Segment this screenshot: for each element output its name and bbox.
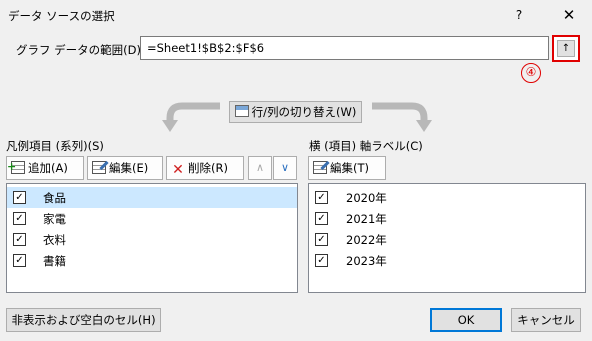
category-item[interactable]: ✓ 2020年 [309,187,585,208]
series-section-label: 凡例項目 (系列)(S) [6,139,104,153]
data-range-label: グラフ データの範囲(D): [16,43,145,57]
series-item[interactable]: ✓ 書籍 [7,250,297,271]
checkbox[interactable]: ✓ [13,254,26,267]
series-item[interactable]: ✓ 衣料 [7,229,297,250]
category-item[interactable]: ✓ 2023年 [309,250,585,271]
checkbox[interactable]: ✓ [315,212,328,225]
delete-series-label: 削除(R) [188,161,228,175]
category-item-label: 2023年 [346,254,387,268]
edit-categories-button[interactable]: 編集(T) [308,156,386,180]
arrow-up-icon: ↑ [557,40,575,57]
title-bar: データ ソースの選択 ? ✕ [0,0,592,31]
delete-series-button[interactable]: ✕ 削除(R) [166,156,244,180]
category-item-label: 2021年 [346,212,387,226]
edit-icon [92,161,106,174]
series-toolbar: 追加(A) 編集(E) ✕ 削除(R) ∧ ∨ [6,156,298,182]
category-item[interactable]: ✓ 2021年 [309,208,585,229]
category-item-label: 2022年 [346,233,387,247]
edit-series-button[interactable]: 編集(E) [87,156,163,180]
help-button[interactable]: ? [509,5,529,25]
edit-categories-label: 編集(T) [330,161,369,175]
series-item-label: 衣料 [43,233,66,247]
dialog-title: データ ソースの選択 [8,9,115,23]
switch-row-column-icon [234,105,249,117]
ok-button[interactable]: OK [430,308,502,332]
series-item-label: 家電 [43,212,66,226]
series-item-label: 書籍 [43,254,66,268]
add-series-label: 追加(A) [28,161,68,175]
move-up-button[interactable]: ∧ [248,156,272,180]
curved-arrow-left-icon [162,102,220,132]
series-list: ✓ 食品 ✓ 家電 ✓ 衣料 ✓ 書籍 [6,183,298,293]
series-item-label: 食品 [43,191,66,205]
categories-section-label: 横 (項目) 軸ラベル(C) [309,139,423,153]
series-item[interactable]: ✓ 食品 [7,187,297,208]
close-button[interactable]: ✕ [558,4,580,26]
add-icon [7,156,25,178]
switch-row-column-label: 行/列の切り替え(W) [251,105,357,119]
checkbox[interactable]: ✓ [315,191,328,204]
data-range-input[interactable]: =Sheet1!$B$2:$F$6 [140,36,549,60]
checkbox[interactable]: ✓ [315,254,328,267]
edit-icon [313,161,327,174]
hidden-empty-cells-button[interactable]: 非表示および空白のセル(H) [6,308,161,332]
category-item-label: 2020年 [346,191,387,205]
step-marker: ④ [521,63,541,83]
switch-row-column-button[interactable]: 行/列の切り替え(W) [229,101,362,123]
checkbox[interactable]: ✓ [13,191,26,204]
categories-toolbar: 編集(T) [308,156,586,182]
checkbox[interactable]: ✓ [13,212,26,225]
delete-icon: ✕ [172,162,184,178]
move-down-button[interactable]: ∨ [273,156,297,180]
checkbox[interactable]: ✓ [13,233,26,246]
edit-series-label: 編集(E) [109,161,149,175]
series-item[interactable]: ✓ 家電 [7,208,297,229]
curved-arrow-right-icon [372,102,432,132]
cancel-button[interactable]: キャンセル [511,308,581,332]
add-series-button[interactable]: 追加(A) [6,156,84,180]
categories-list: ✓ 2020年 ✓ 2021年 ✓ 2022年 ✓ 2023年 [308,183,586,293]
checkbox[interactable]: ✓ [315,233,328,246]
category-item[interactable]: ✓ 2022年 [309,229,585,250]
collapse-dialog-button[interactable]: ↑ [552,35,580,62]
